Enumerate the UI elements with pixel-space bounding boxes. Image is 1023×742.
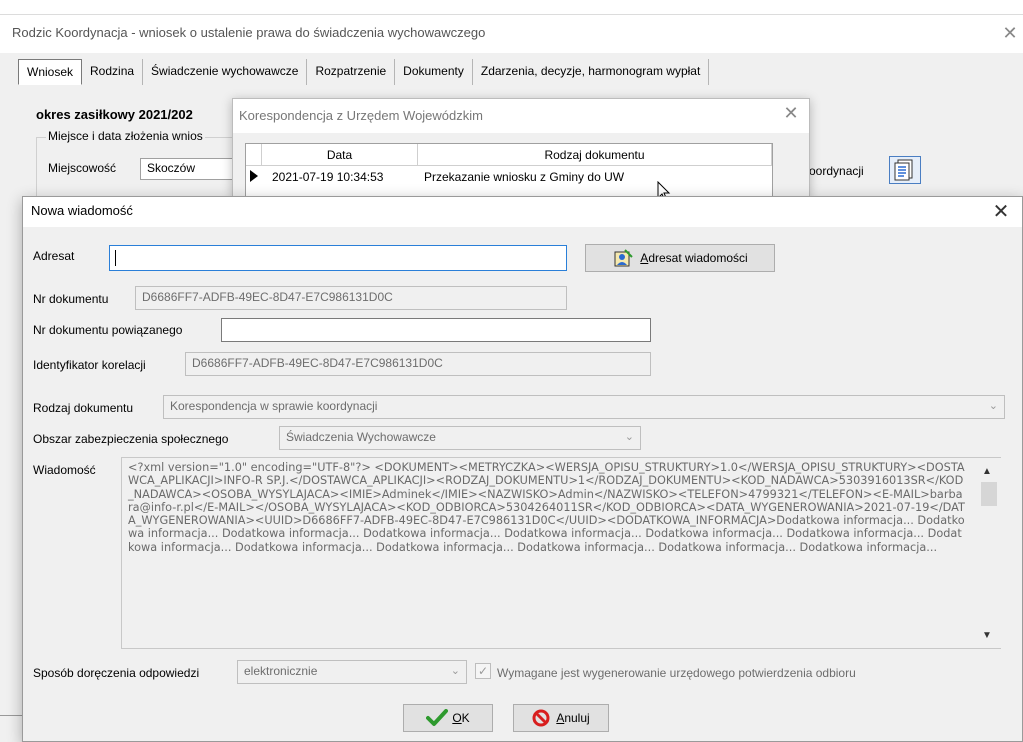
main-tabs: Wniosek Rodzina Świadczenie wychowawcze … bbox=[18, 59, 710, 85]
related-doc-label: Nr dokumentu powiązanego bbox=[33, 323, 183, 337]
tab-rozpatrzenie[interactable]: Rozpatrzenie bbox=[307, 59, 396, 85]
correlation-id-label: Identyfikator korelacji bbox=[33, 358, 146, 372]
chevron-down-icon: ⌄ bbox=[450, 665, 460, 677]
main-window-title: Rodzic Koordynacja - wniosek o ustalenie… bbox=[12, 25, 486, 40]
message-scrollbar[interactable]: ▲ ▼ bbox=[977, 458, 1001, 648]
cancel-button-label: Anuluj bbox=[556, 711, 590, 725]
main-titlebar: Rodzic Koordynacja - wniosek o ustalenie… bbox=[0, 15, 1023, 53]
recipient-button[interactable]: Adresat wiadomości bbox=[585, 244, 775, 272]
main-close-icon[interactable]: ✕ bbox=[1000, 21, 1020, 45]
correspondence-dialog: Korespondencja z Urzędem Wojewódzkim ✕ D… bbox=[232, 98, 810, 203]
ok-button-label: OK bbox=[452, 711, 470, 725]
address-book-icon bbox=[614, 249, 634, 267]
new-message-titlebar: Nowa wiadomość ✕ bbox=[23, 197, 1022, 227]
scroll-thumb[interactable] bbox=[981, 482, 997, 506]
grid-header-date[interactable]: Data bbox=[262, 144, 418, 166]
correspondence-grid: Data Rodzaj dokumentu 2021-07-19 10:34:5… bbox=[245, 143, 773, 203]
grid-header-selector bbox=[246, 144, 262, 166]
ok-button[interactable]: OK bbox=[403, 704, 493, 732]
security-area-label: Obszar zabezpieczenia społecznego bbox=[33, 432, 229, 446]
scroll-down-icon[interactable]: ▼ bbox=[982, 630, 992, 641]
security-area-select[interactable]: Świadczenia Wychowawcze ⌄ bbox=[279, 426, 641, 450]
delivery-method-select[interactable]: elektronicznie ⌄ bbox=[237, 660, 467, 684]
grid-header: Data Rodzaj dokumentu bbox=[246, 144, 772, 166]
scroll-up-icon[interactable]: ▲ bbox=[982, 466, 992, 477]
text-caret bbox=[115, 250, 116, 266]
doc-number-field[interactable]: D6686FF7-ADFB-49EC-8D47-E7C986131D0C bbox=[135, 286, 567, 310]
row-doc-type: Przekazanie wniosku z Gminy do UW bbox=[424, 170, 625, 184]
delivery-method-value: elektronicznie bbox=[244, 664, 318, 678]
message-label: Wiadomość bbox=[33, 463, 96, 477]
doc-type-label: Rodzaj dokumentu bbox=[33, 401, 134, 415]
coordination-button[interactable] bbox=[889, 156, 921, 184]
doc-type-value: Korespondencja w sprawie koordynacji bbox=[170, 399, 378, 413]
green-check-icon bbox=[426, 709, 449, 726]
confirmation-label: Wymagane jest wygenerowanie urzędowego p… bbox=[497, 666, 856, 680]
place-group-label: Miejsce i data złożenia wnios bbox=[46, 129, 205, 143]
new-message-dialog: Nowa wiadomość ✕ Adresat Adresat wiadomo… bbox=[22, 196, 1023, 742]
coordination-label: oordynacji bbox=[809, 164, 864, 178]
city-input[interactable]: Skoczów bbox=[140, 158, 236, 180]
delivery-method-label: Sposób doręczenia odpowiedzi bbox=[33, 666, 200, 680]
security-area-value: Świadczenia Wychowawcze bbox=[286, 430, 436, 444]
recipient-input[interactable] bbox=[109, 245, 567, 271]
doc-number-label: Nr dokumentu bbox=[33, 292, 109, 306]
chevron-down-icon: ⌄ bbox=[988, 400, 998, 412]
tab-rodzina[interactable]: Rodzina bbox=[82, 59, 144, 85]
correspondence-titlebar: Korespondencja z Urzędem Wojewódzkim ✕ bbox=[233, 99, 809, 133]
tab-swiadczenie-wychowawcze[interactable]: Świadczenie wychowawcze bbox=[143, 59, 308, 85]
grid-header-doc-type[interactable]: Rodzaj dokumentu bbox=[418, 144, 772, 166]
row-date: 2021-07-19 10:34:53 bbox=[272, 170, 384, 184]
period-label: okres zasiłkowy 2021/202 bbox=[36, 107, 193, 122]
city-label: Miejscowość bbox=[48, 161, 117, 175]
correlation-id-field[interactable]: D6686FF7-ADFB-49EC-8D47-E7C986131D0C bbox=[185, 352, 651, 376]
recipient-button-label: Adresat wiadomości bbox=[640, 251, 748, 265]
related-doc-input[interactable] bbox=[221, 318, 651, 342]
correspondence-title: Korespondencja z Urzędem Wojewódzkim bbox=[239, 108, 483, 123]
new-message-close-icon[interactable]: ✕ bbox=[989, 199, 1013, 224]
confirmation-checkbox[interactable]: ✓ bbox=[475, 663, 491, 679]
tab-zdarzenia[interactable]: Zdarzenia, decyzje, harmonogram wypłat bbox=[473, 59, 710, 85]
cancel-button[interactable]: Anuluj bbox=[513, 704, 609, 732]
tab-dokumenty[interactable]: Dokumenty bbox=[395, 59, 473, 85]
correspondence-close-icon[interactable]: ✕ bbox=[781, 103, 801, 124]
document-list-icon bbox=[894, 159, 913, 181]
message-content: <?xml version="1.0" encoding="UTF-8"?> <… bbox=[128, 461, 965, 554]
new-message-title: Nowa wiadomość bbox=[31, 203, 133, 218]
chevron-down-icon: ⌄ bbox=[624, 431, 634, 443]
tab-wniosek[interactable]: Wniosek bbox=[18, 59, 83, 85]
table-row[interactable]: 2021-07-19 10:34:53 Przekazanie wniosku … bbox=[246, 166, 772, 188]
message-textarea[interactable]: <?xml version="1.0" encoding="UTF-8"?> <… bbox=[121, 457, 1001, 649]
doc-type-select[interactable]: Korespondencja w sprawie koordynacji ⌄ bbox=[163, 395, 1005, 419]
red-prohibition-icon bbox=[532, 709, 550, 727]
recipient-label: Adresat bbox=[33, 249, 75, 263]
row-pointer-icon bbox=[250, 170, 258, 182]
